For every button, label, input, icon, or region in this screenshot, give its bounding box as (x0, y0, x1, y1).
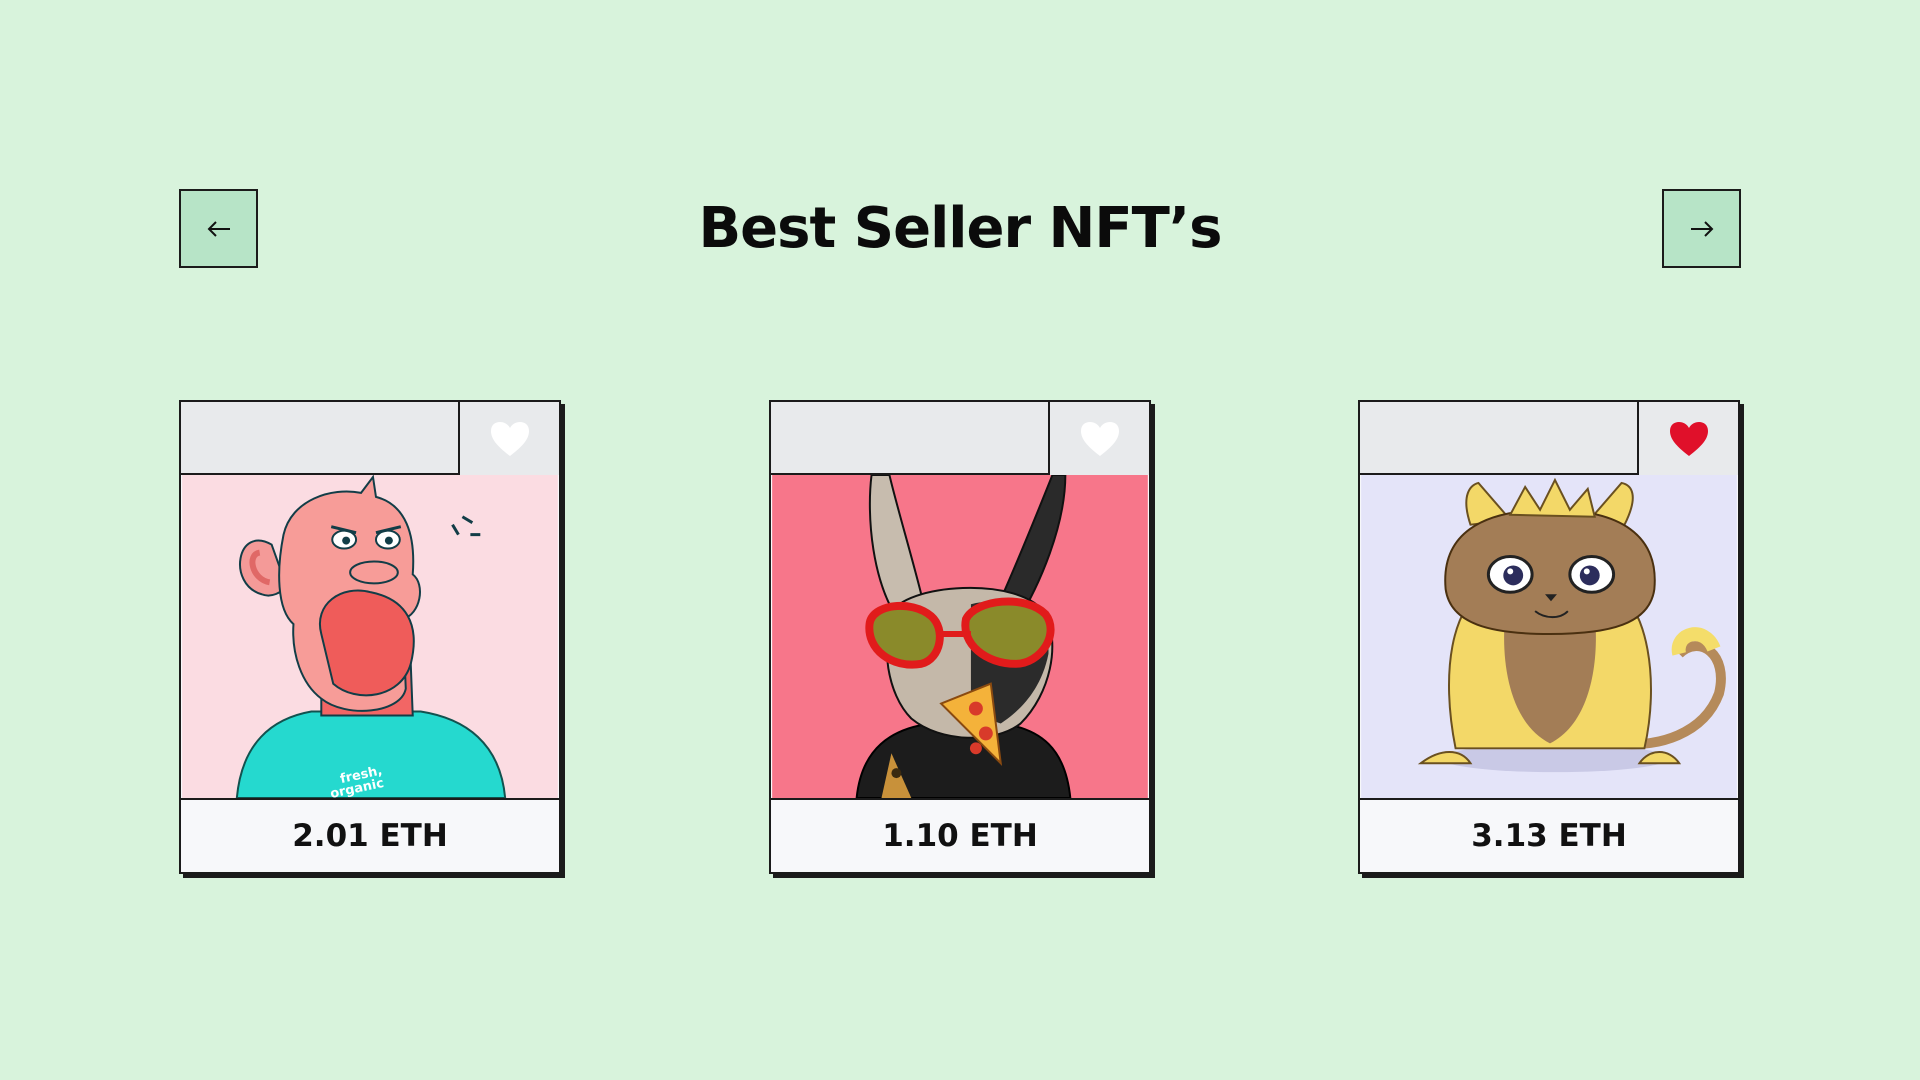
next-button[interactable] (1662, 189, 1741, 268)
favorite-button[interactable] (1048, 402, 1149, 475)
rabbit-illustration (772, 475, 1148, 798)
price-label: 3.13 ETH (1471, 818, 1627, 854)
cat-illustration (1361, 475, 1737, 798)
nft-card[interactable]: 1.10 ETH (769, 400, 1151, 874)
heart-icon (1669, 421, 1708, 456)
card-header (1360, 402, 1738, 475)
price-label: 2.01 ETH (292, 818, 448, 854)
nft-card[interactable]: 3.13 ETH (1358, 400, 1740, 874)
heart-icon (1080, 421, 1119, 456)
heart-icon (490, 421, 529, 456)
card-header (181, 402, 559, 475)
nft-image (771, 475, 1149, 800)
arrow-right-icon (1690, 220, 1713, 237)
card-header (771, 402, 1149, 475)
nft-image: fresh, organic (181, 475, 559, 800)
nft-showcase: Best Seller NFT’s fresh, organic 2.01 ET… (0, 0, 1920, 1080)
price-label: 1.10 ETH (882, 818, 1038, 854)
favorite-button[interactable] (458, 402, 559, 475)
nft-card[interactable]: fresh, organic 2.01 ETH (179, 400, 561, 874)
ape-illustration: fresh, organic (182, 475, 558, 798)
favorite-button[interactable] (1637, 402, 1738, 475)
nft-image (1360, 475, 1738, 800)
page-title: Best Seller NFT’s (698, 196, 1223, 261)
